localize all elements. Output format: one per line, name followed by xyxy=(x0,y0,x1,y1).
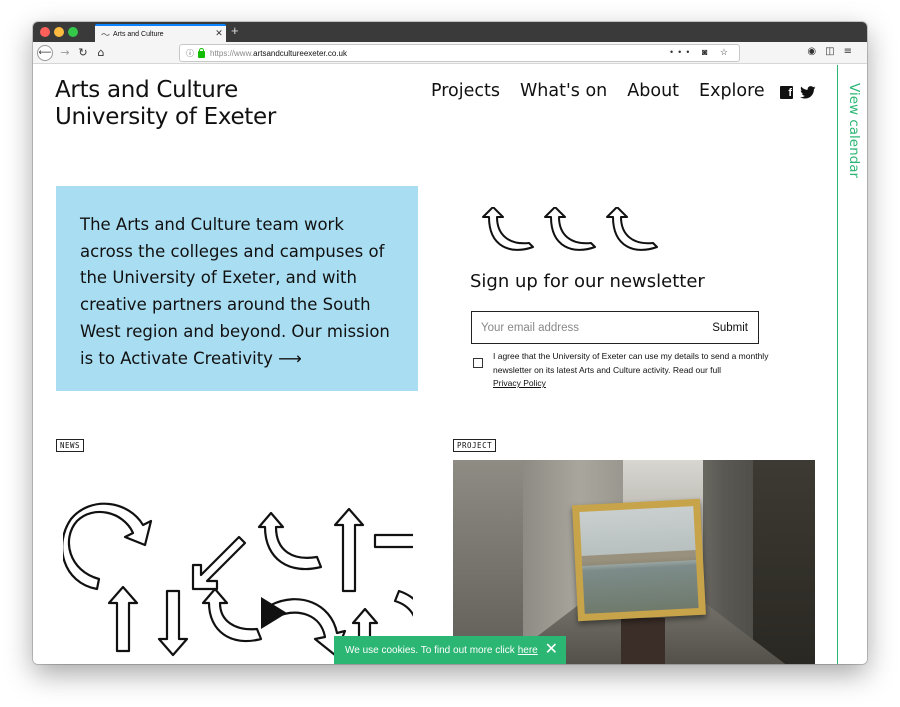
home-button[interactable]: ⌂ xyxy=(93,45,109,61)
painting-frame xyxy=(572,498,706,622)
pocket-icon[interactable]: ◙ xyxy=(702,47,712,57)
new-tab-button[interactable]: + xyxy=(231,23,239,38)
cookie-more-link[interactable]: here xyxy=(518,645,538,656)
consent-checkbox[interactable] xyxy=(473,358,483,368)
curved-up-arrow-icon xyxy=(257,511,323,571)
intro-text: The Arts and Culture team work across th… xyxy=(80,215,390,368)
toolbar-right: ◉◫≡ xyxy=(807,46,861,57)
tab-bar: 〜 Arts and Culture ✕ + xyxy=(33,22,867,42)
play-icon xyxy=(261,597,287,629)
reload-button[interactable]: ↻ xyxy=(75,45,91,61)
down-arrow-icon xyxy=(157,589,189,657)
curved-arrows-icon xyxy=(482,207,658,251)
consent-text: I agree that the University of Exeter ca… xyxy=(493,351,769,375)
nav-about[interactable]: About xyxy=(627,81,679,101)
email-input[interactable] xyxy=(472,312,713,343)
consent-label: I agree that the University of Exeter ca… xyxy=(493,350,783,391)
calendar-sidebar[interactable]: View calendar xyxy=(837,65,867,664)
url-protocol: https://www. xyxy=(210,48,254,58)
cookie-banner: We use cookies. To find out more click h… xyxy=(334,636,566,664)
project-photo[interactable] xyxy=(453,460,815,664)
main-navigation: Projects What's on About Explore xyxy=(431,81,785,101)
more-actions-icon[interactable]: ••• xyxy=(670,47,694,57)
bookmark-star-icon[interactable]: ☆ xyxy=(720,47,733,57)
nav-explore[interactable]: Explore xyxy=(699,81,765,101)
project-tag: PROJECT xyxy=(453,439,497,452)
view-calendar-link[interactable]: View calendar xyxy=(846,83,862,178)
info-icon[interactable]: ⓘ xyxy=(186,48,196,59)
intro-mission-box[interactable]: The Arts and Culture team work across th… xyxy=(56,186,418,391)
site-favicon-icon: 〜 xyxy=(101,30,111,41)
nav-whats-on[interactable]: What's on xyxy=(520,81,607,101)
nav-projects[interactable]: Projects xyxy=(431,81,500,101)
url-host: artsandcultureexeter.co.uk xyxy=(253,48,347,58)
page-actions[interactable]: ••• ◙ ☆ xyxy=(670,47,733,58)
painting xyxy=(579,506,699,614)
back-button[interactable]: ⟵ xyxy=(37,45,53,61)
menu-icon[interactable]: ≡ xyxy=(844,46,861,57)
close-window-button[interactable] xyxy=(40,27,50,37)
address-bar[interactable]: ⓘ https://www. artsandcultureexeter.co.u… xyxy=(179,44,740,62)
newsletter-title: Sign up for our newsletter xyxy=(470,271,705,292)
web-page: Arts and Culture University of Exeter Pr… xyxy=(33,65,867,664)
circular-arrow-icon xyxy=(63,502,153,591)
browser-window: 〜 Arts and Culture ✕ + ⟵ → ↻ ⌂ ⓘ https:/… xyxy=(33,22,867,664)
twitter-icon[interactable] xyxy=(800,86,816,99)
up-arrow-icon xyxy=(333,507,365,593)
navigation-toolbar: ⟵ → ↻ ⌂ ⓘ https://www. artsandcultureexe… xyxy=(33,42,867,64)
up-arrow-icon-2 xyxy=(107,585,139,653)
social-links: f xyxy=(780,86,816,99)
tab-arts-and-culture[interactable]: 〜 Arts and Culture ✕ xyxy=(95,24,226,42)
cookie-text: We use cookies. To find out more click xyxy=(345,644,515,656)
facebook-icon[interactable]: f xyxy=(780,86,793,99)
curved-arrow-icon-2 xyxy=(201,587,263,643)
news-tag: NEWS xyxy=(56,439,85,452)
reader-icon[interactable]: ◉ xyxy=(807,46,825,57)
cookie-close-icon[interactable]: ✕ xyxy=(545,641,558,657)
tab-close-icon[interactable]: ✕ xyxy=(212,29,226,39)
maximize-window-button[interactable] xyxy=(68,27,78,37)
site-logo[interactable]: Arts and Culture University of Exeter xyxy=(55,77,276,131)
forward-button[interactable]: → xyxy=(57,45,73,61)
privacy-policy-link[interactable]: Privacy Policy xyxy=(493,377,546,391)
tab-title: Arts and Culture xyxy=(113,30,164,38)
lock-icon xyxy=(198,47,205,58)
submit-button[interactable]: Submit xyxy=(712,322,758,334)
logo-line-1: Arts and Culture xyxy=(55,77,239,103)
sidebar-icon[interactable]: ◫ xyxy=(825,46,843,57)
diagonal-arrow-icon xyxy=(191,535,247,591)
logo-line-2: University of Exeter xyxy=(55,104,277,130)
minimize-window-button[interactable] xyxy=(54,27,64,37)
newsletter-form: Submit xyxy=(471,311,759,344)
right-arrow-icon xyxy=(373,533,413,549)
